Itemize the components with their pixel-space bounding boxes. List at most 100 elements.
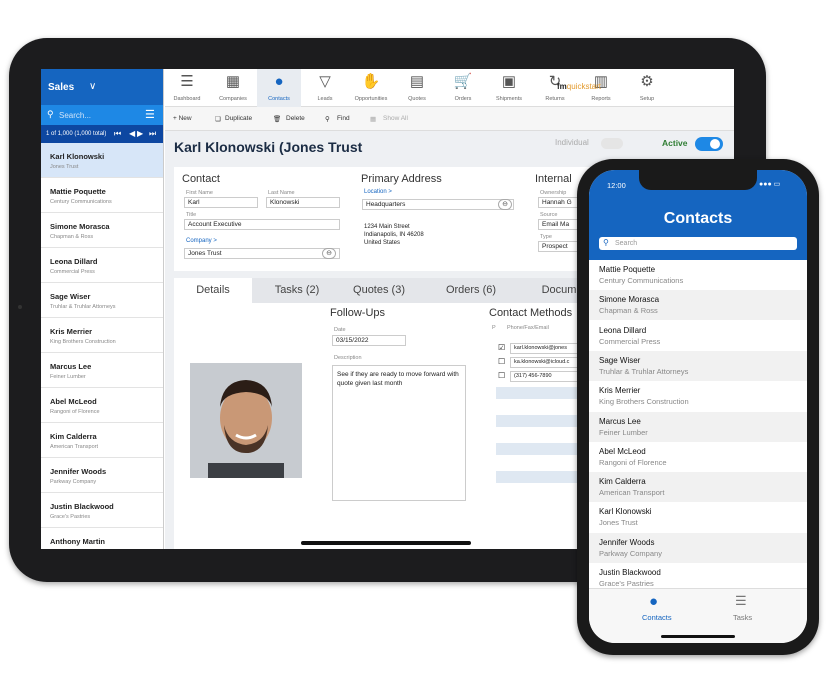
method-row[interactable]: ☑ karl.klonowski@jones — [496, 343, 578, 355]
first-record-icon[interactable]: ⏮ — [114, 129, 121, 139]
first-name-label: First Name — [186, 190, 213, 196]
last-name-field[interactable]: Klonowski — [266, 197, 340, 208]
orders-icon: 🛒 — [453, 73, 473, 90]
nav-opportunities[interactable]: ✋ Opportunities — [349, 69, 393, 107]
sidebar-search-input[interactable]: Search... — [59, 111, 91, 120]
contact-name: Kris Merrier — [599, 386, 641, 396]
company-picker-icon[interactable]: ⊖ — [322, 248, 336, 259]
list-item[interactable]: Kris Merrier King Brothers Construction — [41, 318, 163, 353]
method-value[interactable]: ka.klonowski@icloud.c — [510, 357, 578, 368]
contact-name: Marcus Lee — [50, 362, 92, 371]
contact-company: Grace's Pastries — [599, 579, 654, 588]
show-all-icon[interactable]: ▦ — [370, 115, 376, 123]
ownership-label: Ownership — [540, 190, 567, 196]
list-item[interactable]: Abel McLeod Rangoni of Florence — [589, 442, 807, 472]
find-button[interactable]: Find — [337, 115, 350, 122]
primary-checkbox-checked[interactable]: ☑ — [498, 343, 505, 352]
followup-date-field[interactable]: 03/15/2022 — [332, 335, 406, 346]
phone-search-input[interactable]: Search — [615, 240, 637, 247]
list-item[interactable]: Karl Klonowski Jones Trust — [589, 502, 807, 532]
list-item[interactable]: Marcus Lee Feiner Lumber — [41, 353, 163, 388]
primary-checkbox[interactable]: ☐ — [498, 371, 505, 380]
nav-label: Leads — [317, 96, 333, 102]
individual-toggle[interactable] — [601, 138, 623, 149]
list-item[interactable]: Leona Dillard Commercial Press — [41, 248, 163, 283]
method-value[interactable]: (317) 456-7890 — [510, 371, 578, 382]
nav-quotes[interactable]: ▤ Quotes — [395, 69, 439, 107]
list-item[interactable]: Jennifer Woods Parkway Company — [589, 532, 807, 563]
tab-details[interactable]: Details — [174, 278, 252, 303]
tasks-list-icon[interactable]: ☰ — [735, 593, 747, 609]
list-item[interactable]: Sage Wiser Truhlar & Truhlar Attorneys — [41, 283, 163, 318]
person-icon[interactable]: ● — [649, 593, 658, 610]
list-item[interactable]: Simone Morasca Chapman & Ross — [41, 213, 163, 248]
job-title-field[interactable]: Account Executive — [184, 219, 340, 230]
location-field[interactable]: Headquarters — [362, 199, 514, 210]
list-item[interactable]: Anthony Martin — [41, 528, 163, 549]
empty-row — [496, 415, 578, 427]
phone-tab-contacts[interactable]: Contacts — [642, 613, 672, 622]
primary-checkbox[interactable]: ☐ — [498, 357, 505, 366]
list-item[interactable]: Jennifer Woods Parkway Company — [41, 458, 163, 493]
contacts-icon: ● — [274, 73, 284, 90]
location-link[interactable]: Location > — [364, 189, 392, 195]
list-item[interactable]: Sage Wiser Truhlar & Truhlar Attorneys — [589, 350, 807, 381]
nav-companies[interactable]: ▦ Companies — [211, 69, 255, 107]
nav-dashboard[interactable]: ☰ Dashboard — [165, 69, 209, 107]
nav-leads[interactable]: ▽ Leads — [303, 69, 347, 107]
nav-setup[interactable]: ⚙ Setup — [625, 69, 669, 107]
duplicate-button[interactable]: Duplicate — [225, 115, 252, 122]
list-item[interactable]: Simone Morasca Chapman & Ross — [589, 290, 807, 321]
contact-methods-heading: Contact Methods — [489, 307, 573, 319]
list-view-icon[interactable]: ☰ — [145, 108, 155, 121]
tab-orders[interactable]: Orders (6) — [432, 278, 510, 303]
method-row[interactable]: ☐ ka.klonowski@icloud.c — [496, 357, 578, 369]
list-item[interactable]: Kim Calderra American Transport — [589, 472, 807, 503]
prev-record-icon[interactable]: ◀ — [129, 129, 135, 138]
method-value[interactable]: karl.klonowski@jones — [510, 343, 578, 354]
contact-name: Marcus Lee — [599, 416, 641, 426]
list-item[interactable]: Kris Merrier King Brothers Construction — [589, 381, 807, 411]
list-item[interactable]: Justin Blackwood Grace's Pastries — [589, 563, 807, 590]
phone-tab-tasks[interactable]: Tasks — [733, 613, 752, 622]
followup-description[interactable]: See if they are ready to move forward wi… — [332, 365, 466, 501]
company-link[interactable]: Company > — [186, 238, 217, 244]
tab-quotes[interactable]: Quotes (3) — [340, 278, 418, 303]
contact-company: Chapman & Ross — [50, 234, 94, 240]
nav-shipments[interactable]: ▣ Shipments — [487, 69, 531, 107]
list-item[interactable]: Kim Calderra American Transport — [41, 423, 163, 458]
find-icon[interactable]: ⚲ — [325, 115, 330, 123]
contact-name: Karl Klonowski — [50, 152, 105, 161]
last-record-icon[interactable]: ⏭ — [149, 129, 156, 139]
show-all-button[interactable]: Show All — [383, 115, 408, 122]
list-item[interactable]: Karl Klonowski Jones Trust — [41, 143, 163, 178]
list-item[interactable]: Mattie Poquette Century Communications — [589, 260, 807, 290]
list-item[interactable]: Abel McLeod Rangoni of Florence — [41, 388, 163, 423]
record-count: 1 of 1,000 (1,000 total) — [46, 131, 107, 137]
new-button[interactable]: + New — [173, 115, 192, 122]
next-record-icon[interactable]: ▶ — [137, 129, 143, 138]
active-toggle[interactable] — [695, 137, 723, 151]
tab-tasks[interactable]: Tasks (2) — [258, 278, 336, 303]
nav-label: Dashboard — [173, 96, 201, 102]
nav-contacts[interactable]: ● Contacts — [257, 69, 301, 107]
list-item[interactable]: Leona Dillard Commercial Press — [589, 321, 807, 351]
source-label: Source — [540, 212, 558, 218]
sidebar-search[interactable]: ⚲ Search... ☰ — [41, 105, 163, 125]
nav-orders[interactable]: 🛒 Orders — [441, 69, 485, 107]
phone-search[interactable]: ⚲ Search — [599, 237, 797, 250]
company-field[interactable]: Jones Trust — [184, 248, 340, 259]
delete-button[interactable]: Delete — [286, 115, 305, 122]
duplicate-icon[interactable]: ❏ — [215, 115, 221, 123]
location-picker-icon[interactable]: ⊖ — [498, 199, 512, 210]
method-row[interactable]: ☐ (317) 456-7890 — [496, 371, 578, 383]
list-item[interactable]: Marcus Lee Feiner Lumber — [589, 411, 807, 442]
contact-name: Justin Blackwood — [50, 502, 114, 511]
trash-icon[interactable]: 🗑 — [273, 115, 281, 123]
first-name-field[interactable]: Karl — [184, 197, 258, 208]
chevron-down-icon[interactable]: ∨ — [89, 81, 96, 92]
list-item[interactable]: Justin Blackwood Grace's Pastries — [41, 493, 163, 528]
nav-label: Opportunities — [354, 96, 388, 102]
sidebar-header[interactable]: Sales ∨ — [41, 69, 163, 105]
list-item[interactable]: Mattie Poquette Century Communications — [41, 178, 163, 213]
